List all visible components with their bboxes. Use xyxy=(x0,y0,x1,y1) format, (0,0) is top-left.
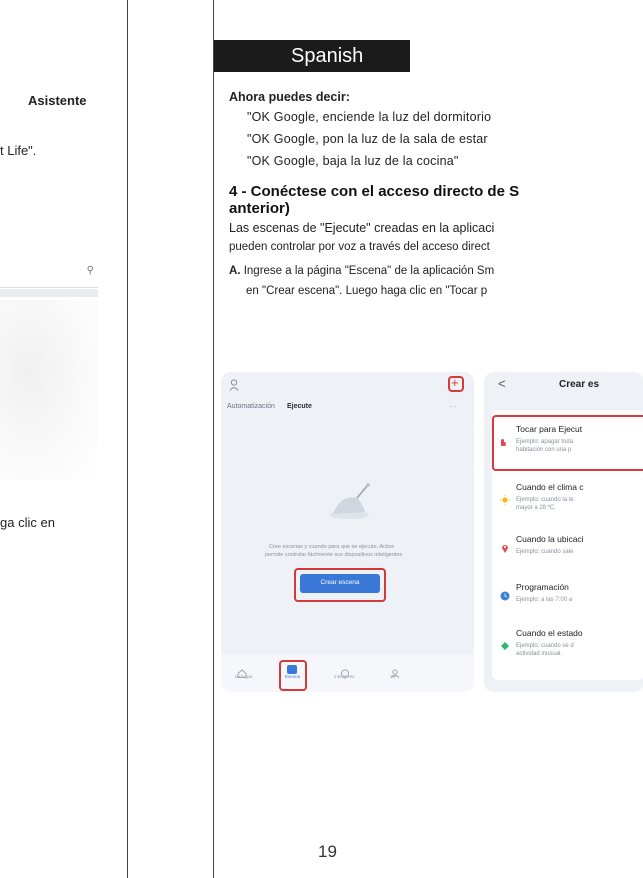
step-a-text-1: Ingrese a la página "Escena" de la aplic… xyxy=(243,265,495,277)
nav-smart[interactable]: Inteligente xyxy=(334,665,355,679)
page-number: 19 xyxy=(318,842,337,861)
nav-smart-label: Inteligente xyxy=(334,674,355,679)
option-tap-to-run[interactable]: Tocar para Ejecut Ejemplo: apagar toda h… xyxy=(492,420,643,464)
step-a-label: A. xyxy=(229,265,241,277)
option-weather[interactable]: Cuando el clima c Ejemplo: cuando la te … xyxy=(492,478,643,522)
step-a-line-2: en "Crear escena". Luego haga clic en "T… xyxy=(246,285,488,297)
create-scene-button[interactable]: Crear escena xyxy=(300,574,380,593)
plus-icon: + xyxy=(451,375,459,390)
device-status-icon xyxy=(500,638,510,650)
right-page: Spanish Ahora puedes decir: "OK Google, … xyxy=(213,0,643,878)
tab-execute[interactable]: Ejecute xyxy=(287,403,312,410)
language-tag: Spanish xyxy=(214,40,410,72)
scene-icon xyxy=(287,665,297,674)
create-scene-title: Crear es xyxy=(559,379,600,390)
left-page-fragment: Asistente t Life". ⚲ ga clic en xyxy=(0,0,128,878)
more-icon[interactable]: ··· xyxy=(449,402,457,411)
option-sub-2: mayor a 28 ºC. xyxy=(516,505,556,511)
option-sub-1: Ejemplo: cuando se d xyxy=(516,643,574,649)
option-schedule[interactable]: Programación Ejemplo: a las 7:00 a xyxy=(492,578,643,614)
empty-state-text-1: Cree escenas y cuando para que se ejecut… xyxy=(269,544,395,550)
option-title: Cuando la ubicaci xyxy=(516,534,584,544)
language-tag-label: Spanish xyxy=(291,45,364,67)
user-icon xyxy=(229,378,239,391)
nav-me[interactable]: Yo xyxy=(390,665,400,679)
left-page-screenshot-bar xyxy=(0,289,98,297)
option-title: Programación xyxy=(516,582,569,592)
home-icon xyxy=(237,665,247,678)
nav-home-label: Mi hogar xyxy=(235,674,253,679)
phone-screenshot-create-scene: < Crear es Tocar para Ejecut Ejemplo: ap… xyxy=(484,372,643,692)
smart-icon xyxy=(340,665,350,678)
me-icon xyxy=(390,665,400,678)
now-you-can-say-heading: Ahora puedes decir: xyxy=(229,90,350,104)
paragraph-line-1: Las escenas de "Ejecute" creadas en la a… xyxy=(229,221,495,235)
hand-icon xyxy=(498,434,508,446)
option-device-status[interactable]: Cuando el estado Ejemplo: cuando se d ac… xyxy=(492,624,643,668)
nav-home[interactable]: Mi hogar xyxy=(235,665,253,679)
empty-state-illustration xyxy=(327,482,375,520)
paragraph-line-2: pueden controlar por voz a través del ac… xyxy=(229,241,490,253)
option-sub-2: actividad inusual. xyxy=(516,651,563,657)
clock-icon xyxy=(500,588,510,601)
left-page-text-click: ga clic en xyxy=(0,515,55,530)
tab-automation[interactable]: Automatización xyxy=(227,403,275,410)
left-page-text-assistant: Asistente xyxy=(28,93,87,108)
command-line-3: "OK Google, baja la luz de la cocina" xyxy=(247,154,459,168)
back-icon[interactable]: < xyxy=(498,376,506,391)
option-title: Cuando el estado xyxy=(516,628,583,638)
section-title-line-1: 4 - Conéctese con el acceso directo de S xyxy=(229,183,520,200)
location-pin-icon xyxy=(500,540,510,553)
empty-state-text-2: permite controlar fácilmente sus disposi… xyxy=(265,552,403,558)
create-scene-label: Crear escena xyxy=(320,579,360,586)
search-icon: ⚲ xyxy=(86,265,94,276)
sun-icon xyxy=(500,492,510,505)
nav-scene-label: Escena xyxy=(285,674,301,679)
command-line-1: "OK Google, enciende la luz del dormitor… xyxy=(247,110,492,124)
add-scene-button[interactable]: + xyxy=(448,375,464,392)
left-page-search-screenshot: ⚲ xyxy=(0,261,98,288)
option-sub-1: Ejemplo: apagar toda xyxy=(516,439,574,445)
option-location[interactable]: Cuando la ubicaci Ejemplo: cuando sale xyxy=(492,530,643,566)
option-sub-2: habitación con una p xyxy=(516,447,572,453)
phone-screenshot-scene-page: + Automatización Ejecute ··· Cree escena… xyxy=(221,372,474,692)
option-sub-1: Ejemplo: cuando sale xyxy=(516,549,574,555)
option-sub-1: Ejemplo: cuando la te xyxy=(516,497,574,503)
scene-options-card: Tocar para Ejecut Ejemplo: apagar toda h… xyxy=(492,410,643,680)
nav-scene[interactable]: Escena xyxy=(285,665,300,679)
option-title: Tocar para Ejecut xyxy=(516,424,583,434)
section-title-line-2: anterior) xyxy=(229,200,290,217)
left-page-text-life: t Life". xyxy=(0,143,37,158)
option-title: Cuando el clima c xyxy=(516,482,584,492)
left-page-screenshot-image xyxy=(0,300,98,480)
step-a-line-1: A. Ingrese a la página "Escena" de la ap… xyxy=(229,265,494,277)
command-line-2: "OK Google, pon la luz de la sala de est… xyxy=(247,132,488,146)
option-sub-1: Ejemplo: a las 7:00 a xyxy=(516,597,573,603)
